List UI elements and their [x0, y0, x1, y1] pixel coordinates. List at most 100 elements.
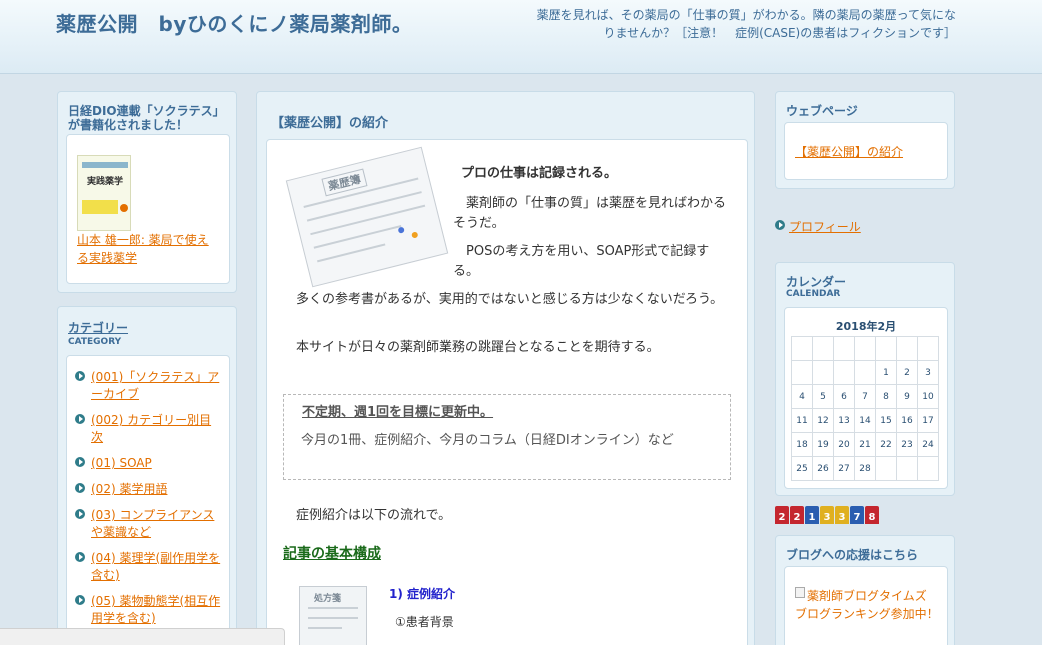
- notebook-illustration: 薬歴簿: [285, 146, 449, 288]
- site-header: 薬歴公開 byひのくにノ薬局薬剤師。 薬歴を見れば、その薬局の「仕事の質」がわか…: [0, 0, 1042, 74]
- calendar-day[interactable]: 18: [791, 432, 813, 457]
- book-box-title: 日経DIO連載「ソクラテス」が書籍化されました！: [68, 104, 225, 132]
- calendar-day: [833, 336, 855, 361]
- calendar-day[interactable]: 28: [854, 456, 876, 481]
- access-counter: 2213378: [775, 506, 879, 524]
- webpage-box-title: ウェブページ: [786, 104, 858, 118]
- calendar-day[interactable]: 4: [791, 384, 813, 409]
- calendar-day: [791, 360, 813, 385]
- category-item[interactable]: (001)「ソクラテス」アーカイブ: [75, 368, 221, 402]
- calendar-day[interactable]: 17: [917, 408, 939, 433]
- calendar-day: [896, 336, 918, 361]
- blog-ranking-box: ブログへの応援はこちら 薬剤師ブログタイムズ ブログランキング参加中！: [775, 535, 955, 645]
- category-item[interactable]: (002) カテゴリー別目次: [75, 411, 221, 445]
- category-item[interactable]: (02) 薬学用語: [75, 480, 221, 497]
- calendar-day[interactable]: 6: [833, 384, 855, 409]
- webpage-box-inner: 【薬歴公開】の紹介: [784, 122, 948, 180]
- calendar-subtitle: CALENDAR: [786, 289, 841, 299]
- calendar-grid: 1 2 3 4 5 6 7 8 9 10 11 12 13 14 15 16 17 18 19 20 21 22 23 24 2…: [791, 336, 939, 481]
- category-item[interactable]: (03) コンプライアンスや薬識など: [75, 506, 221, 540]
- category-link[interactable]: (05) 薬物動態学(相互作用学を含む): [91, 594, 220, 625]
- calendar-day[interactable]: 20: [833, 432, 855, 457]
- book-cover-title: 実践薬学: [86, 177, 123, 187]
- bullet-arrow-icon: [75, 552, 85, 562]
- calendar-day: [917, 336, 939, 361]
- calendar-day[interactable]: 27: [833, 456, 855, 481]
- counter-digit: 2: [790, 506, 804, 524]
- calendar-day[interactable]: 25: [791, 456, 813, 481]
- bullet-arrow-icon: [75, 483, 85, 493]
- calendar-day[interactable]: 3: [917, 360, 939, 385]
- calendar-day[interactable]: 1: [875, 360, 897, 385]
- calendar-day[interactable]: 14: [854, 408, 876, 433]
- calendar-day[interactable]: 5: [812, 384, 834, 409]
- category-item[interactable]: (04) 薬理学(副作用学を含む): [75, 549, 221, 583]
- calendar-day[interactable]: 21: [854, 432, 876, 457]
- main-post: 【薬歴公開】の紹介 薬歴簿 プロの仕事は記録される。 薬剤師の「仕事の質」は薬歴…: [256, 91, 755, 645]
- post-paragraph: POSの考え方を用い、SOAP形式で記録する。: [453, 244, 710, 279]
- calendar-day[interactable]: 12: [812, 408, 834, 433]
- category-item[interactable]: (05) 薬物動態学(相互作用学を含む): [75, 592, 221, 626]
- section-heading: 記事の基本構成: [283, 546, 381, 562]
- counter-digit: 2: [775, 506, 789, 524]
- book-link[interactable]: 山本 雄一郎: 薬局で使える実践薬学: [77, 231, 217, 267]
- calendar-day[interactable]: 22: [875, 432, 897, 457]
- blog-ranking-banner[interactable]: 薬剤師ブログタイムズ ブログランキング参加中！: [795, 587, 941, 623]
- counter-digit: 3: [820, 506, 834, 524]
- book-cover-image[interactable]: 実践薬学: [77, 155, 131, 231]
- book-box: 日経DIO連載「ソクラテス」が書籍化されました！ 実践薬学 山本 雄一郎: 薬局…: [57, 91, 237, 293]
- calendar-day: [812, 360, 834, 385]
- calendar-week: 11 12 13 14 15 16 17: [791, 408, 939, 433]
- calendar-day[interactable]: 15: [875, 408, 897, 433]
- calendar-panel: 2018年2月 1 2 3 4 5 6 7 8 9 10 11 12 13 14 15 16 17 18 19 20 2…: [784, 307, 948, 489]
- post-heading: プロの仕事は記録される。: [461, 166, 618, 181]
- step-subitem: ①患者背景: [395, 615, 454, 629]
- post-title[interactable]: 【薬歴公開】の紹介: [271, 112, 388, 131]
- post-paragraph: 多くの参考書があるが、実用的ではないと感じる方は少なくないだろう。: [296, 292, 724, 307]
- prescription-label: 処方箋: [314, 594, 342, 604]
- profile-row[interactable]: プロフィール: [775, 218, 935, 234]
- calendar-day[interactable]: 11: [791, 408, 813, 433]
- calendar-day: [854, 336, 876, 361]
- calendar-day[interactable]: 24: [917, 432, 939, 457]
- profile-link[interactable]: プロフィール: [789, 218, 861, 235]
- counter-digit: 1: [805, 506, 819, 524]
- calendar-day: [875, 456, 897, 481]
- post-paragraph: 薬剤師の「仕事の質」は薬歴を見ればわかるそうだ。: [453, 196, 727, 231]
- bullet-arrow-icon: [75, 595, 85, 605]
- calendar-day[interactable]: 19: [812, 432, 834, 457]
- calendar-title: カレンダー: [786, 275, 847, 289]
- calendar-day[interactable]: 9: [896, 384, 918, 409]
- category-list: (001)「ソクラテス」アーカイブ (002) カテゴリー別目次 (01) SO…: [75, 368, 221, 626]
- calendar-day[interactable]: 10: [917, 384, 939, 409]
- bottom-overlay-bar: [0, 628, 285, 645]
- category-link[interactable]: (001)「ソクラテス」アーカイブ: [91, 370, 219, 401]
- notice-body: 今月の1冊、症例紹介、今月のコラム（日経DIオンライン）など: [301, 433, 674, 448]
- calendar-day[interactable]: 26: [812, 456, 834, 481]
- counter-digit: 7: [850, 506, 864, 524]
- calendar-day: [791, 336, 813, 361]
- category-box-title: カテゴリー: [68, 321, 129, 335]
- webpage-link[interactable]: 【薬歴公開】の紹介: [795, 143, 903, 160]
- calendar-week: [791, 336, 939, 361]
- calendar-day[interactable]: 16: [896, 408, 918, 433]
- category-box-subtitle: CATEGORY: [68, 337, 122, 347]
- site-title[interactable]: 薬歴公開 byひのくにノ薬局薬剤師。: [56, 8, 412, 37]
- calendar-day[interactable]: 7: [854, 384, 876, 409]
- calendar-week: 4 5 6 7 8 9 10: [791, 384, 939, 409]
- calendar-week: 25 26 27 28: [791, 456, 939, 481]
- calendar-day[interactable]: 13: [833, 408, 855, 433]
- webpage-box: ウェブページ 【薬歴公開】の紹介: [775, 91, 955, 189]
- category-link[interactable]: (002) カテゴリー別目次: [91, 413, 211, 444]
- category-link[interactable]: (01) SOAP: [91, 456, 152, 470]
- calendar-day[interactable]: 2: [896, 360, 918, 385]
- notice-title: 不定期、週1回を目標に更新中。: [302, 405, 494, 420]
- calendar-week: 18 19 20 21 22 23 24: [791, 432, 939, 457]
- category-item[interactable]: (01) SOAP: [75, 454, 221, 471]
- category-link[interactable]: (02) 薬学用語: [91, 482, 167, 496]
- calendar-day[interactable]: 23: [896, 432, 918, 457]
- category-link[interactable]: (03) コンプライアンスや薬識など: [91, 508, 214, 539]
- category-link[interactable]: (04) 薬理学(副作用学を含む): [91, 551, 220, 582]
- calendar-day[interactable]: 8: [875, 384, 897, 409]
- book-box-inner: 実践薬学 山本 雄一郎: 薬局で使える実践薬学: [66, 134, 230, 284]
